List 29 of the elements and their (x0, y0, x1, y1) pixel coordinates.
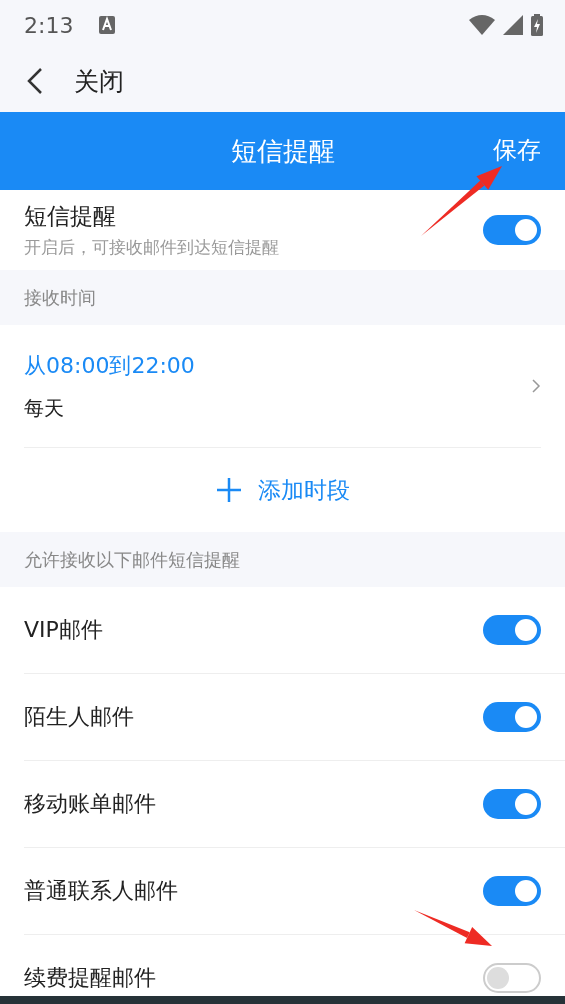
setting-title: 短信提醒 (24, 202, 117, 231)
battery-icon (531, 14, 543, 36)
chevron-right-icon (531, 378, 541, 394)
section-header: 允许接收以下邮件短信提醒 (23, 547, 241, 572)
time-range: 从08:00到22:00 (24, 351, 195, 380)
page-title: 短信提醒 (230, 134, 335, 168)
toggle-switch[interactable] (483, 215, 541, 245)
setting-label: VIP邮件 (24, 616, 103, 644)
status-time: 2:13 (24, 12, 74, 38)
time-range-row[interactable]: 从08:00到22:00 每天 (0, 325, 565, 447)
keyboard-notification-icon (99, 16, 116, 34)
plus-icon (215, 477, 242, 503)
setting-label: 移动账单邮件 (24, 790, 156, 818)
close-label[interactable]: 关闭 (74, 64, 124, 98)
toggle-switch[interactable] (483, 963, 541, 993)
save-button[interactable]: 保存 (493, 134, 541, 166)
wifi-icon (469, 15, 495, 35)
repeat-label: 每天 (24, 394, 65, 422)
toggle-switch[interactable] (483, 876, 541, 906)
back-icon[interactable] (26, 67, 44, 95)
setting-label: 续费提醒邮件 (24, 964, 156, 992)
setting-label: 普通联系人邮件 (24, 877, 178, 905)
toggle-switch[interactable] (483, 615, 541, 645)
toggle-switch[interactable] (483, 789, 541, 819)
signal-icon (503, 15, 523, 35)
toggle-switch[interactable] (483, 702, 541, 732)
section-header: 接收时间 (23, 285, 97, 310)
setting-label: 陌生人邮件 (24, 703, 134, 731)
setting-description: 开启后，可接收邮件到达短信提醒 (24, 236, 279, 259)
